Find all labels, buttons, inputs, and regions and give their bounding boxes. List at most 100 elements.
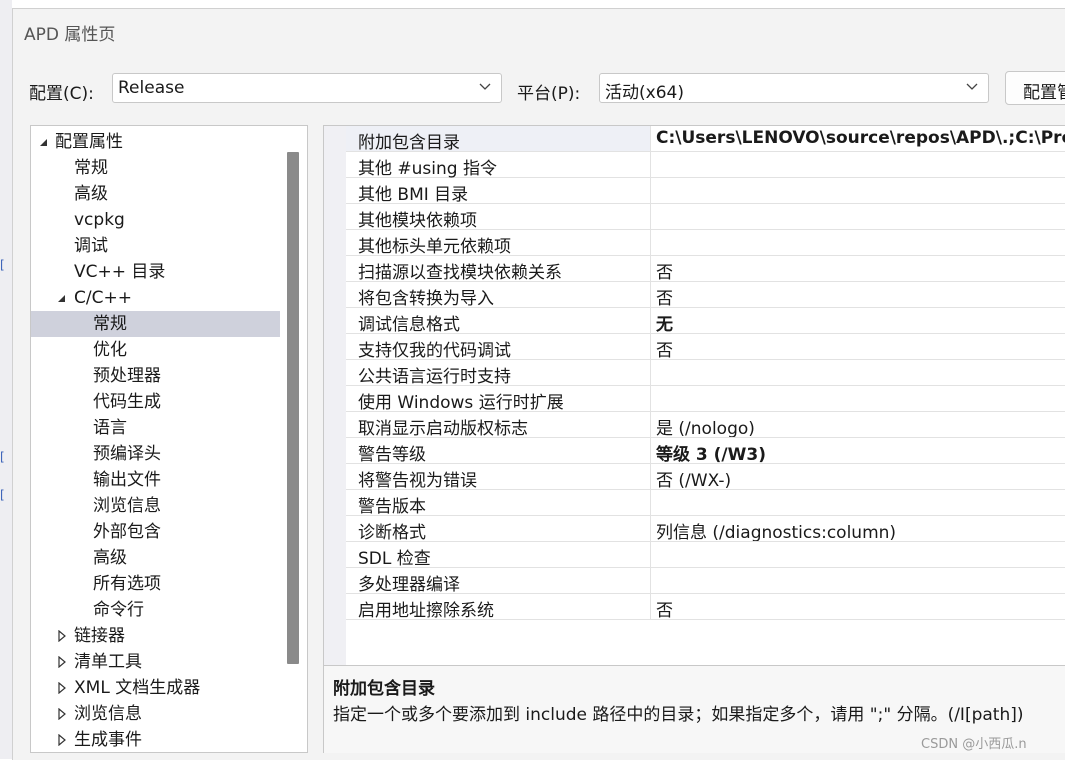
property-name: 将包含转换为导入 bbox=[358, 289, 494, 309]
property-row[interactable]: 其他 #using 指令 bbox=[346, 152, 1065, 179]
property-name-cell[interactable]: 其他 #using 指令 bbox=[346, 152, 651, 179]
title-bar: APD 属性页 bbox=[13, 9, 1065, 53]
property-row[interactable]: 警告等级 等级 3 (/W3) bbox=[346, 438, 1065, 465]
configuration-manager-button[interactable]: 配置管理器 bbox=[1005, 71, 1065, 105]
property-name-cell[interactable]: 其他模块依赖项 bbox=[346, 204, 651, 231]
property-name-cell[interactable]: SDL 检查 bbox=[346, 542, 651, 569]
collapsed-arrow-icon[interactable] bbox=[57, 682, 67, 694]
collapsed-arrow-icon[interactable] bbox=[57, 630, 67, 642]
property-value-cell[interactable] bbox=[652, 386, 1065, 411]
tree-item[interactable]: 高级 bbox=[31, 545, 280, 571]
property-name-cell[interactable]: 公共语言运行时支持 bbox=[346, 360, 651, 387]
property-row[interactable]: 使用 Windows 运行时扩展 bbox=[346, 386, 1065, 413]
property-row[interactable]: 将警告视为错误 否 (/WX-) bbox=[346, 464, 1065, 491]
tree-item[interactable]: 预处理器 bbox=[31, 363, 280, 389]
tree-item[interactable]: 代码生成 bbox=[31, 389, 280, 415]
description-text: 指定一个或多个要添加到 include 路径中的目录；如果指定多个，请用 ";"… bbox=[333, 705, 1024, 725]
tree-item[interactable]: 链接器 bbox=[31, 623, 280, 649]
property-name-cell[interactable]: 其他 BMI 目录 bbox=[346, 178, 651, 205]
tree-item[interactable]: 外部包含 bbox=[31, 519, 280, 545]
property-row[interactable]: 支持仅我的代码调试 否 bbox=[346, 334, 1065, 361]
tree-item-label: 预处理器 bbox=[93, 366, 161, 386]
platform-dropdown[interactable]: 活动(x64) bbox=[599, 73, 989, 103]
tree-item[interactable]: 高级 bbox=[31, 181, 280, 207]
tree-item[interactable]: 常规 bbox=[31, 155, 280, 181]
property-row[interactable]: 扫描源以查找模块依赖关系 否 bbox=[346, 256, 1065, 283]
tree-item[interactable]: VC++ 目录 bbox=[31, 259, 280, 285]
expanded-arrow-icon[interactable] bbox=[39, 136, 49, 148]
property-name-cell[interactable]: 将警告视为错误 bbox=[346, 464, 651, 491]
property-row[interactable]: 取消显示启动版权标志 是 (/nologo) bbox=[346, 412, 1065, 439]
property-row[interactable]: 多处理器编译 bbox=[346, 568, 1065, 595]
tree-item[interactable]: 浏览信息 bbox=[31, 493, 280, 519]
property-row[interactable]: 其他 BMI 目录 bbox=[346, 178, 1065, 205]
tree-item-label: 代码生成 bbox=[93, 392, 161, 412]
property-row[interactable]: 其他标头单元依赖项 bbox=[346, 230, 1065, 257]
property-name-cell[interactable]: 警告等级 bbox=[346, 438, 651, 465]
tree-item[interactable]: 浏览信息 bbox=[31, 701, 280, 727]
property-row[interactable]: 调试信息格式 无 bbox=[346, 308, 1065, 335]
tree-item[interactable]: 生成事件 bbox=[31, 727, 280, 752]
property-value-cell[interactable]: 是 (/nologo) bbox=[652, 412, 1065, 437]
property-value-cell[interactable] bbox=[652, 542, 1065, 567]
tree-item[interactable]: XML 文档生成器 bbox=[31, 675, 280, 701]
tree-item-label: C/C++ bbox=[74, 288, 132, 308]
property-value-cell[interactable]: C:\Users\LENOVO\source\repos\APD\.;C:\Pr… bbox=[652, 126, 1065, 151]
property-value-cell[interactable]: 否 (/WX-) bbox=[652, 464, 1065, 489]
tree-item[interactable]: 命令行 bbox=[31, 597, 280, 623]
configuration-manager-label: 配置管理器 bbox=[1023, 83, 1065, 103]
property-value-cell[interactable] bbox=[652, 204, 1065, 229]
property-name-cell[interactable]: 调试信息格式 bbox=[346, 308, 651, 335]
collapsed-arrow-icon[interactable] bbox=[57, 708, 67, 720]
property-name-cell[interactable]: 取消显示启动版权标志 bbox=[346, 412, 651, 439]
property-row[interactable]: 附加包含目录 C:\Users\LENOVO\source\repos\APD\.… bbox=[346, 126, 1065, 153]
property-row[interactable]: 其他模块依赖项 bbox=[346, 204, 1065, 231]
property-row[interactable]: 公共语言运行时支持 bbox=[346, 360, 1065, 387]
property-value-cell[interactable]: 否 bbox=[652, 334, 1065, 359]
tree-item[interactable]: 优化 bbox=[31, 337, 280, 363]
property-value-cell[interactable]: 否 bbox=[652, 594, 1065, 619]
tree-item[interactable]: 语言 bbox=[31, 415, 280, 441]
property-value: 否 bbox=[656, 289, 673, 307]
expanded-arrow-icon[interactable] bbox=[57, 292, 67, 304]
property-value-cell[interactable]: 无 bbox=[652, 308, 1065, 333]
property-row[interactable]: 诊断格式 列信息 (/diagnostics:column) bbox=[346, 516, 1065, 543]
property-name-cell[interactable]: 将包含转换为导入 bbox=[346, 282, 651, 309]
property-row[interactable]: SDL 检查 bbox=[346, 542, 1065, 569]
tree-item[interactable]: 调试 bbox=[31, 233, 280, 259]
tree-item[interactable]: 输出文件 bbox=[31, 467, 280, 493]
property-value-cell[interactable] bbox=[652, 360, 1065, 385]
property-value-cell[interactable] bbox=[652, 568, 1065, 593]
property-name-cell[interactable]: 扫描源以查找模块依赖关系 bbox=[346, 256, 651, 283]
collapsed-arrow-icon[interactable] bbox=[57, 656, 67, 668]
property-name-cell[interactable]: 启用地址擦除系统 bbox=[346, 594, 651, 621]
property-value-cell[interactable] bbox=[652, 178, 1065, 203]
config-dropdown[interactable]: Release bbox=[112, 73, 502, 103]
tree-item[interactable]: 配置属性 bbox=[31, 129, 280, 155]
property-value-cell[interactable] bbox=[652, 152, 1065, 177]
property-name-cell[interactable]: 附加包含目录 bbox=[346, 126, 651, 153]
tree-item[interactable]: C/C++ bbox=[31, 285, 280, 311]
property-name-cell[interactable]: 使用 Windows 运行时扩展 bbox=[346, 386, 651, 413]
tree-scrollbar-thumb[interactable] bbox=[287, 152, 299, 664]
property-value-cell[interactable]: 否 bbox=[652, 282, 1065, 307]
property-row[interactable]: 启用地址擦除系统 否 bbox=[346, 594, 1065, 621]
collapsed-arrow-icon[interactable] bbox=[57, 734, 67, 746]
property-value-cell[interactable]: 否 bbox=[652, 256, 1065, 281]
tree-item[interactable]: 预编译头 bbox=[31, 441, 280, 467]
tree-item[interactable]: vcpkg bbox=[31, 207, 280, 233]
property-name-cell[interactable]: 其他标头单元依赖项 bbox=[346, 230, 651, 257]
property-name-cell[interactable]: 多处理器编译 bbox=[346, 568, 651, 595]
property-value-cell[interactable] bbox=[652, 490, 1065, 515]
property-name-cell[interactable]: 警告版本 bbox=[346, 490, 651, 517]
property-value-cell[interactable]: 列信息 (/diagnostics:column) bbox=[652, 516, 1065, 541]
tree-item[interactable]: 所有选项 bbox=[31, 571, 280, 597]
property-name-cell[interactable]: 诊断格式 bbox=[346, 516, 651, 543]
tree-item[interactable]: 清单工具 bbox=[31, 649, 280, 675]
property-row[interactable]: 警告版本 bbox=[346, 490, 1065, 517]
property-name-cell[interactable]: 支持仅我的代码调试 bbox=[346, 334, 651, 361]
property-row[interactable]: 将包含转换为导入 否 bbox=[346, 282, 1065, 309]
tree-item[interactable]: 常规 bbox=[31, 311, 280, 337]
property-value-cell[interactable] bbox=[652, 230, 1065, 255]
property-value-cell[interactable]: 等级 3 (/W3) bbox=[652, 438, 1065, 463]
